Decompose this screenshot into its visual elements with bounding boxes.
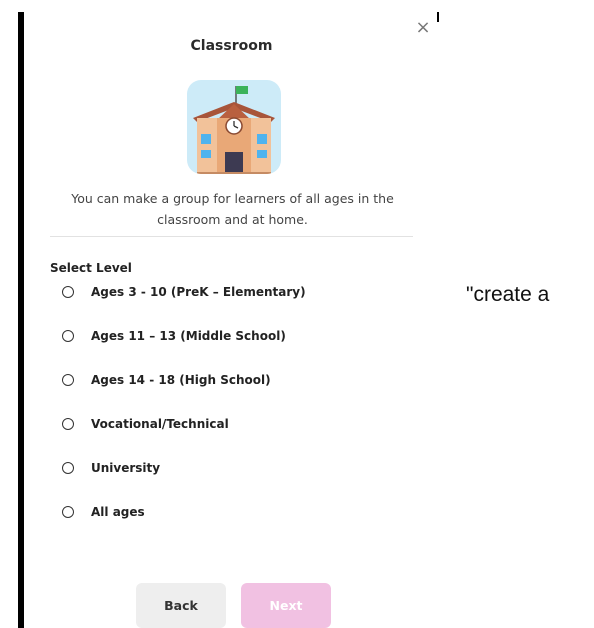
left-frame-edge: [18, 12, 24, 628]
radio-button[interactable]: [62, 330, 74, 342]
radio-button[interactable]: [62, 418, 74, 430]
dialog-title: Classroom: [190, 38, 273, 54]
frame-edge-mark: [437, 12, 439, 22]
level-option-ages-14-18[interactable]: Ages 14 - 18 (High School): [62, 358, 402, 402]
radio-button[interactable]: [62, 286, 74, 298]
divider: [50, 236, 413, 237]
level-option-ages-3-10[interactable]: Ages 3 - 10 (PreK – Elementary): [62, 270, 402, 314]
level-option-label: Vocational/Technical: [91, 417, 229, 431]
radio-button[interactable]: [62, 374, 74, 386]
level-options: Ages 3 - 10 (PreK – Elementary) Ages 11 …: [62, 270, 402, 534]
radio-button[interactable]: [62, 506, 74, 518]
level-option-label: Ages 11 – 13 (Middle School): [91, 329, 286, 343]
radio-button[interactable]: [62, 462, 74, 474]
level-option-all-ages[interactable]: All ages: [62, 490, 402, 534]
overflow-side-text: "create a: [466, 283, 550, 306]
next-button[interactable]: Next: [241, 583, 331, 628]
school-building-icon: [187, 80, 281, 174]
close-icon[interactable]: ×: [413, 18, 433, 38]
level-option-label: All ages: [91, 505, 145, 519]
dialog-description: You can make a group for learners of all…: [71, 191, 394, 227]
back-button[interactable]: Back: [136, 583, 226, 628]
level-option-label: University: [91, 461, 161, 475]
level-option-university[interactable]: University: [62, 446, 402, 490]
level-option-label: Ages 3 - 10 (PreK – Elementary): [91, 285, 306, 299]
level-option-ages-11-13[interactable]: Ages 11 – 13 (Middle School): [62, 314, 402, 358]
level-option-vocational[interactable]: Vocational/Technical: [62, 402, 402, 446]
level-option-label: Ages 14 - 18 (High School): [91, 373, 271, 387]
